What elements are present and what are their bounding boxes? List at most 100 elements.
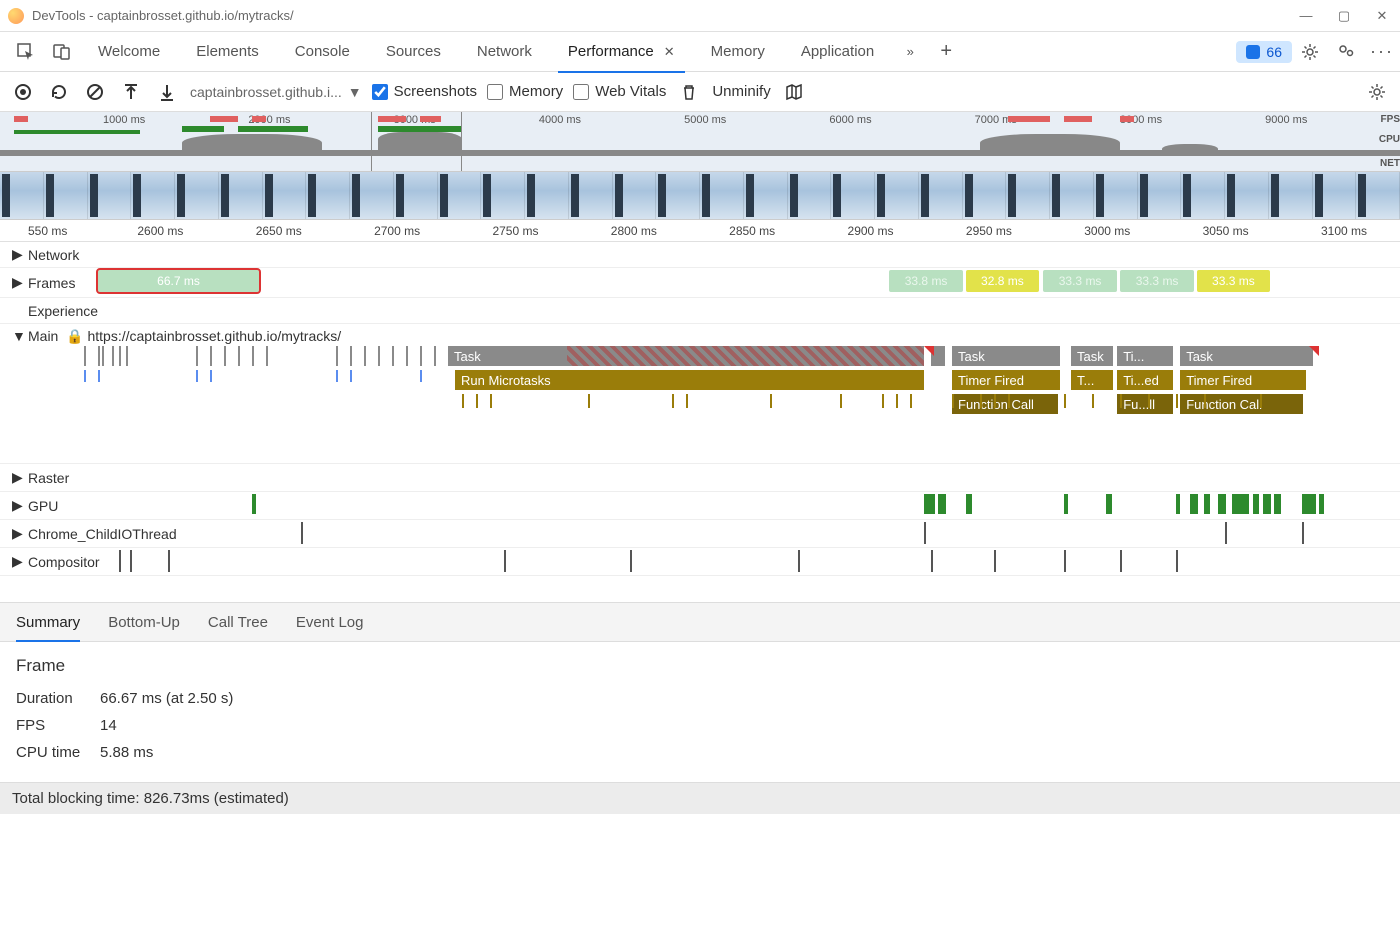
- btab-bottomup[interactable]: Bottom-Up: [108, 604, 180, 641]
- screenshot-thumb[interactable]: [0, 172, 44, 219]
- flame-bar[interactable]: Task: [1071, 346, 1113, 366]
- flame-bar[interactable]: [567, 346, 924, 366]
- btab-summary[interactable]: Summary: [16, 604, 80, 641]
- tab-welcome[interactable]: Welcome: [80, 32, 178, 72]
- track-gpu[interactable]: ▶GPU: [0, 492, 1400, 520]
- device-toggle-icon[interactable]: [50, 40, 74, 64]
- maximize-button[interactable]: ▢: [1334, 8, 1354, 24]
- screenshot-thumb[interactable]: [744, 172, 788, 219]
- unminify-button[interactable]: Unminify: [712, 83, 770, 100]
- screenshot-thumb[interactable]: [788, 172, 832, 219]
- flame-bar[interactable]: Timer Fired: [952, 370, 1060, 390]
- track-main[interactable]: ▼Main 🔒 https://captainbrosset.github.io…: [0, 324, 1400, 464]
- screenshot-thumb[interactable]: [1094, 172, 1138, 219]
- capture-settings-icon[interactable]: [1364, 79, 1390, 105]
- tracks-panel[interactable]: ▶Network ▶Frames 66.7 ms33.8 ms32.8 ms33…: [0, 242, 1400, 602]
- gpu-bar[interactable]: [1263, 494, 1271, 514]
- flame-bar[interactable]: T...: [1071, 370, 1113, 390]
- inspect-icon[interactable]: [14, 40, 38, 64]
- flame-bar[interactable]: Ti...: [1117, 346, 1173, 366]
- feedback-icon[interactable]: [1334, 40, 1358, 64]
- tab-console[interactable]: Console: [277, 32, 368, 72]
- frame-chip[interactable]: 33.3 ms: [1197, 270, 1270, 292]
- flame-bar[interactable]: Task: [448, 346, 567, 366]
- gpu-bar[interactable]: [1218, 494, 1226, 514]
- expand-icon[interactable]: ▶: [12, 497, 22, 514]
- overview-minimap[interactable]: 1000 ms2000 ms3000 ms4000 ms5000 ms6000 …: [0, 112, 1400, 172]
- track-experience[interactable]: Experience: [0, 298, 1400, 324]
- flame-bar[interactable]: Run Microtasks: [455, 370, 924, 390]
- gpu-bar[interactable]: [1232, 494, 1249, 514]
- flame-bar[interactable]: Function Call: [952, 394, 1058, 414]
- map-icon[interactable]: [781, 79, 807, 105]
- gpu-bar[interactable]: [1190, 494, 1198, 514]
- flame-bar[interactable]: Timer Fired: [1180, 370, 1306, 390]
- screenshot-filmstrip[interactable]: [0, 172, 1400, 220]
- tab-close-icon[interactable]: ✕: [664, 44, 675, 60]
- webvitals-checkbox[interactable]: Web Vitals: [573, 83, 666, 100]
- flame-bar[interactable]: Task: [952, 346, 1060, 366]
- gpu-bar[interactable]: [966, 494, 972, 514]
- track-childio[interactable]: ▶Chrome_ChildIOThread: [0, 520, 1400, 548]
- screenshot-thumb[interactable]: [306, 172, 350, 219]
- expand-icon[interactable]: ▶: [12, 274, 22, 291]
- track-frames[interactable]: ▶Frames 66.7 ms33.8 ms32.8 ms33.3 ms33.3…: [0, 268, 1400, 298]
- flame-bar[interactable]: Task: [1180, 346, 1313, 366]
- screenshot-thumb[interactable]: [350, 172, 394, 219]
- screenshot-thumb[interactable]: [438, 172, 482, 219]
- minimize-button[interactable]: —: [1296, 8, 1316, 24]
- flame-bar[interactable]: Fu...ll: [1117, 394, 1173, 414]
- gpu-bar[interactable]: [1176, 494, 1180, 514]
- screenshot-thumb[interactable]: [219, 172, 263, 219]
- screenshot-thumb[interactable]: [1006, 172, 1050, 219]
- reload-record-button[interactable]: [46, 79, 72, 105]
- memory-input[interactable]: [487, 84, 503, 100]
- issues-badge[interactable]: 66: [1236, 41, 1292, 63]
- memory-checkbox[interactable]: Memory: [487, 83, 563, 100]
- screenshot-thumb[interactable]: [700, 172, 744, 219]
- clear-button[interactable]: [82, 79, 108, 105]
- screenshot-thumb[interactable]: [1225, 172, 1269, 219]
- expand-icon[interactable]: ▶: [12, 469, 22, 486]
- expand-icon[interactable]: ▶: [12, 525, 22, 542]
- tab-memory[interactable]: Memory: [693, 32, 783, 72]
- gpu-bar[interactable]: [1274, 494, 1281, 514]
- webvitals-input[interactable]: [573, 84, 589, 100]
- screenshot-thumb[interactable]: [88, 172, 132, 219]
- btab-calltree[interactable]: Call Tree: [208, 604, 268, 641]
- gpu-bar[interactable]: [1106, 494, 1112, 514]
- screenshot-thumb[interactable]: [831, 172, 875, 219]
- screenshot-thumb[interactable]: [613, 172, 657, 219]
- gpu-bar[interactable]: [938, 494, 946, 514]
- tab-performance[interactable]: Performance✕: [550, 32, 693, 72]
- screenshot-thumb[interactable]: [131, 172, 175, 219]
- frame-chip[interactable]: 32.8 ms: [966, 270, 1039, 292]
- kebab-icon[interactable]: ···: [1370, 40, 1394, 64]
- screenshot-thumb[interactable]: [175, 172, 219, 219]
- tab-network[interactable]: Network: [459, 32, 550, 72]
- screenshot-thumb[interactable]: [1269, 172, 1313, 219]
- gpu-bar[interactable]: [1204, 494, 1210, 514]
- track-compositor[interactable]: ▶Compositor: [0, 548, 1400, 576]
- detail-ruler[interactable]: 550 ms2600 ms2650 ms2700 ms2750 ms2800 m…: [0, 220, 1400, 242]
- frame-chip[interactable]: 33.8 ms: [889, 270, 963, 292]
- trash-button[interactable]: [676, 79, 702, 105]
- collapse-icon[interactable]: ▼: [12, 328, 22, 344]
- screenshots-checkbox[interactable]: Screenshots: [372, 83, 477, 100]
- upload-button[interactable]: [118, 79, 144, 105]
- overview-selection[interactable]: [371, 112, 462, 171]
- screenshot-thumb[interactable]: [1313, 172, 1357, 219]
- screenshot-thumb[interactable]: [1050, 172, 1094, 219]
- tab-application[interactable]: Application: [783, 32, 892, 72]
- frame-chip[interactable]: 33.3 ms: [1120, 270, 1194, 292]
- flame-bar[interactable]: Function Call: [1180, 394, 1303, 414]
- profile-selector[interactable]: captainbrosset.github.i... ▼: [190, 84, 362, 100]
- more-tabs-icon[interactable]: »: [898, 40, 922, 64]
- frame-chip[interactable]: 33.3 ms: [1043, 270, 1117, 292]
- screenshot-thumb[interactable]: [44, 172, 88, 219]
- track-raster[interactable]: ▶Raster: [0, 464, 1400, 492]
- gpu-bar[interactable]: [252, 494, 256, 514]
- settings-icon[interactable]: [1298, 40, 1322, 64]
- download-button[interactable]: [154, 79, 180, 105]
- gpu-bar[interactable]: [1319, 494, 1325, 514]
